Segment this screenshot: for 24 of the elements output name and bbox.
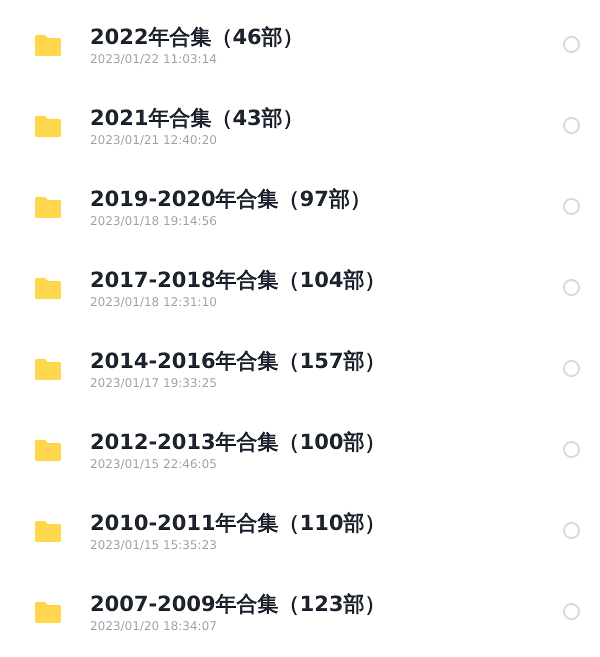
select-circle[interactable] [563, 279, 580, 296]
modified-date: 2023/01/21 12:40:20 [90, 132, 217, 148]
select-circle[interactable] [563, 603, 580, 620]
select-circle[interactable] [563, 117, 580, 134]
modified-date: 2023/01/17 19:33:25 [90, 374, 217, 390]
folder-name: 2021年合集（43部） [90, 104, 304, 132]
folder-name: 2014-2016年合集（157部） [90, 348, 386, 374]
modified-date: 2023/01/18 12:31:10 [90, 294, 217, 310]
select-circle[interactable] [563, 522, 580, 539]
folder-name: 2017-2018年合集（104部） [90, 266, 386, 294]
folder-name: 2012-2013年合集（100部） [90, 428, 386, 456]
modified-date: 2023/01/15 22:46:05 [90, 456, 217, 472]
modified-date: 2023/01/20 18:34:07 [90, 618, 217, 634]
folder-name: 2010-2011年合集（110部） [90, 510, 386, 536]
folder-name: 2022年合集（46部） [90, 24, 304, 50]
folder-name: 2007-2009年合集（123部） [90, 590, 386, 618]
modified-date: 2023/01/18 19:14:56 [90, 212, 217, 228]
modified-date: 2023/01/22 11:03:14 [90, 50, 217, 66]
select-circle[interactable] [563, 360, 580, 377]
select-circle[interactable] [563, 198, 580, 215]
select-circle[interactable] [563, 441, 580, 458]
folder-name: 2019-2020年合集（97部） [90, 186, 371, 212]
modified-date: 2023/01/15 15:35:23 [90, 536, 217, 552]
select-circle[interactable] [563, 36, 580, 53]
